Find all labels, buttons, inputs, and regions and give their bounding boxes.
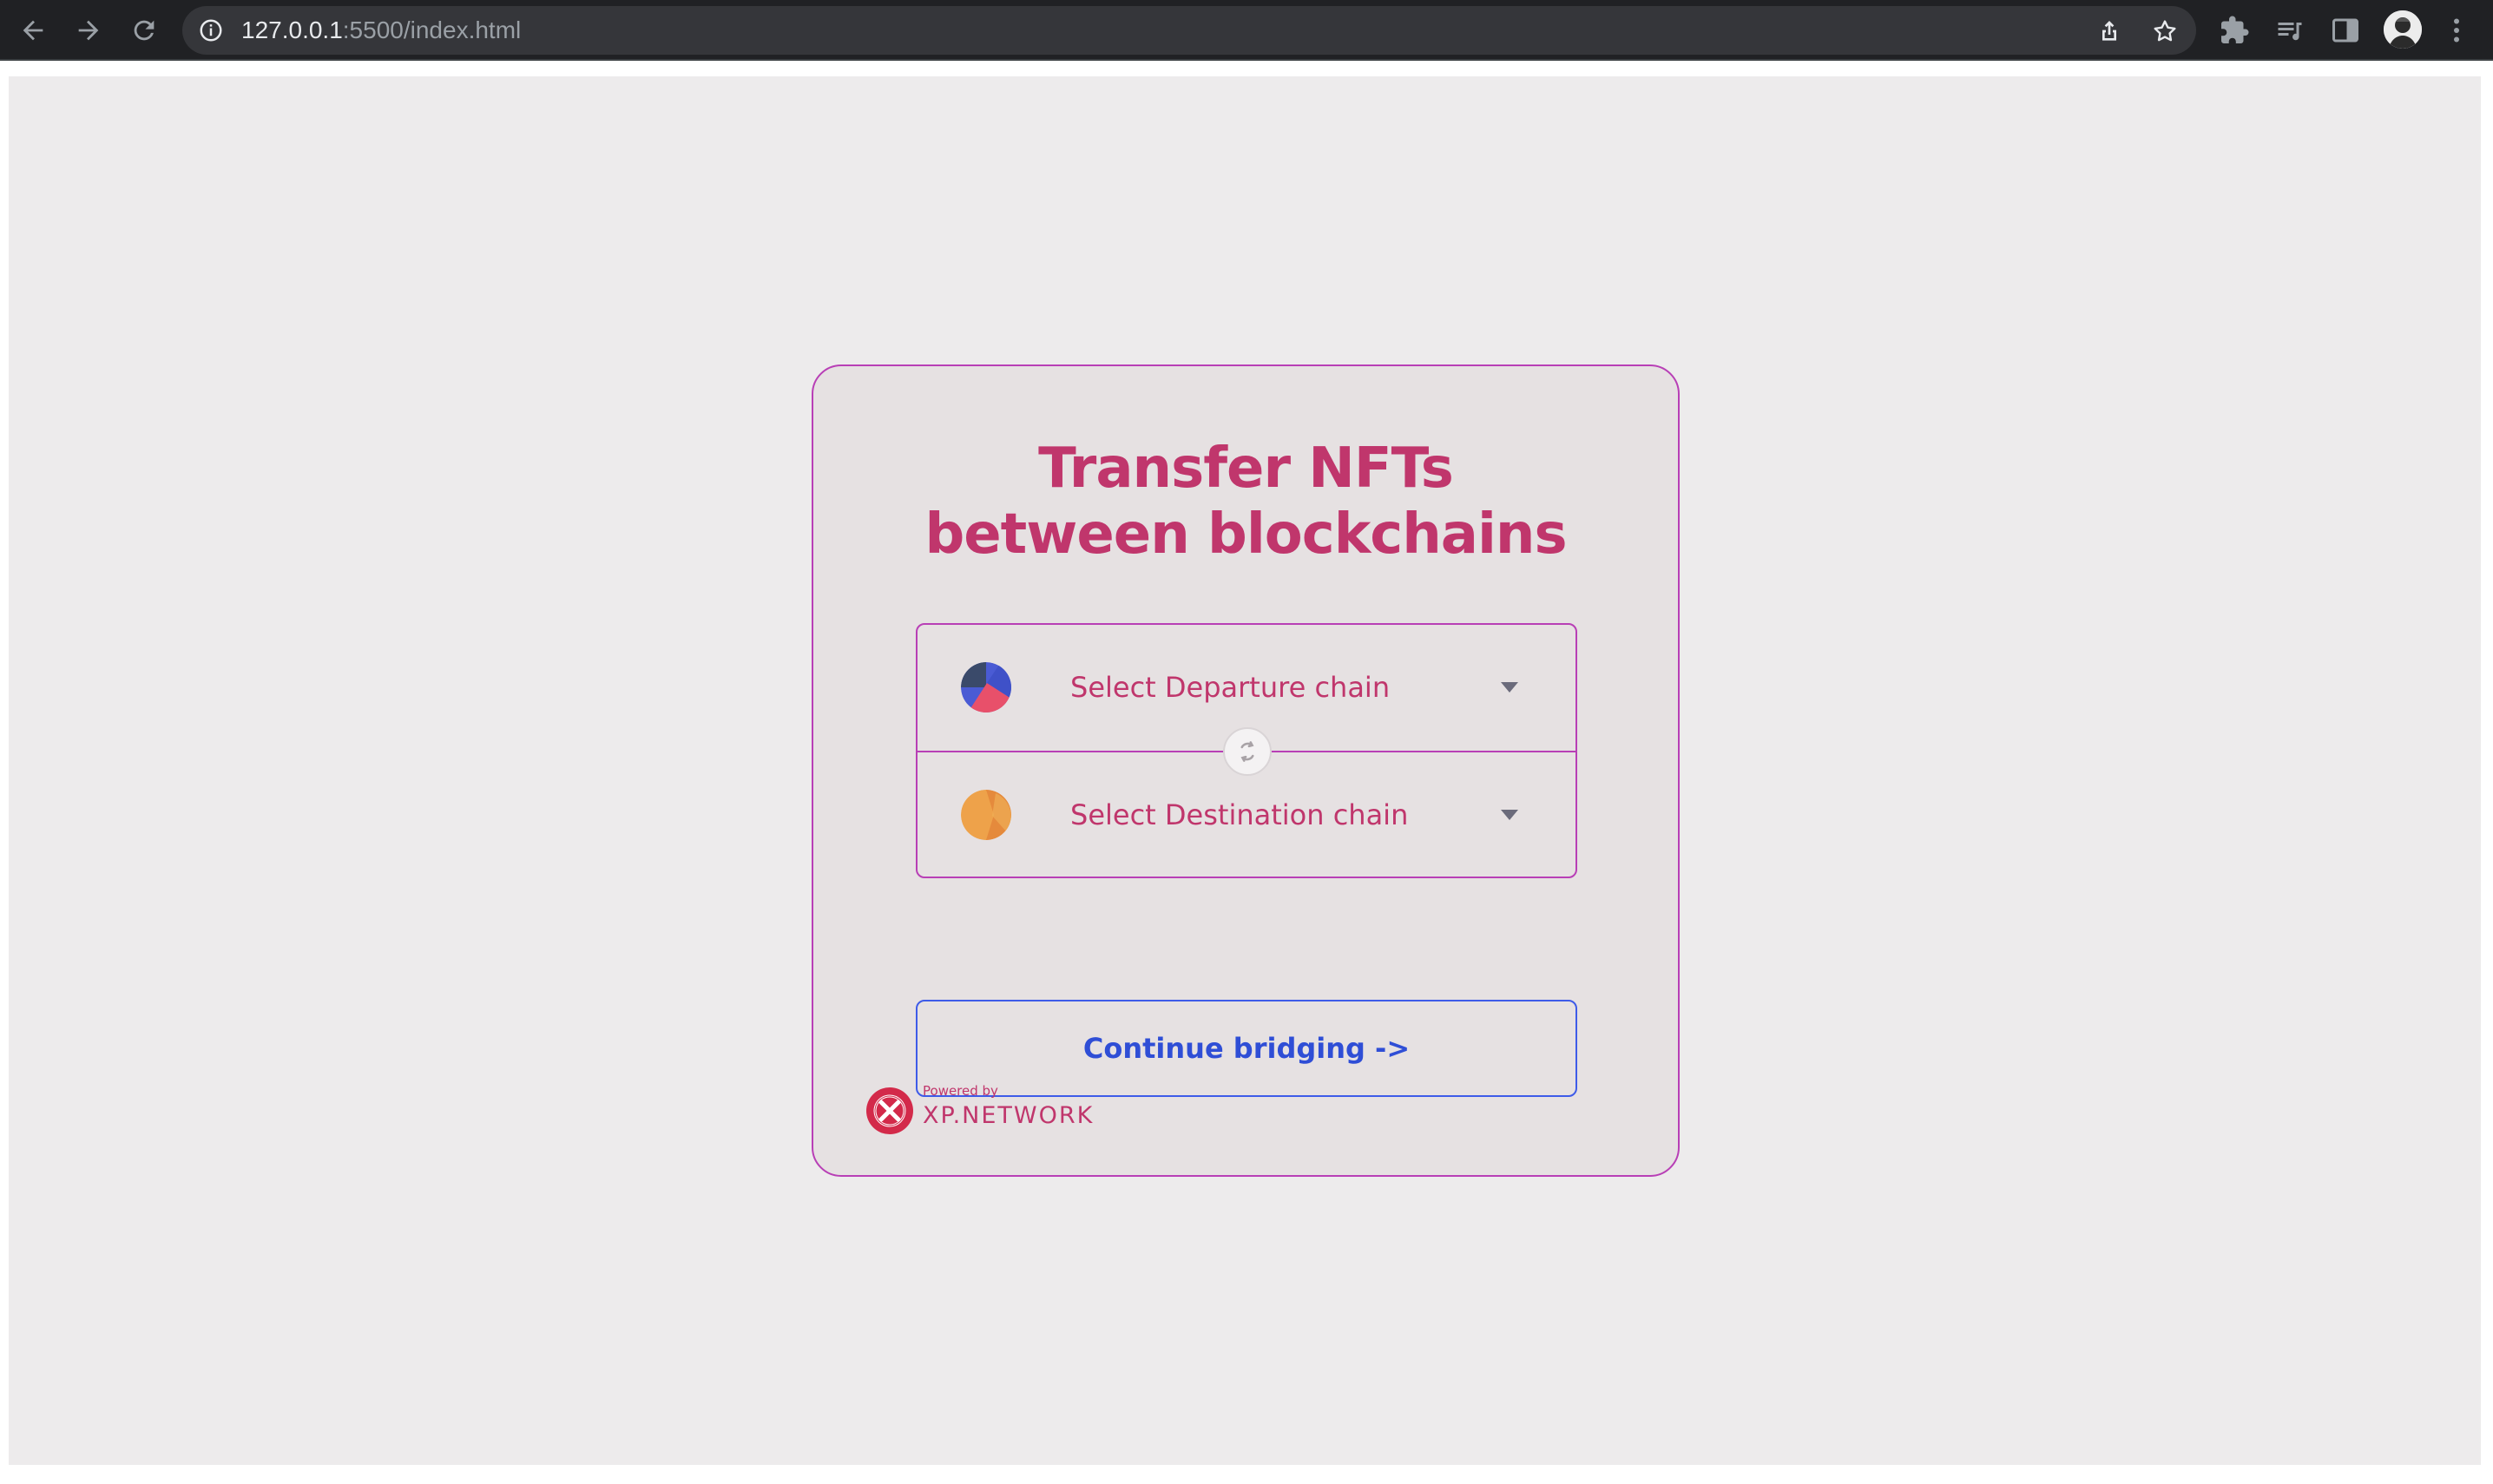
- url-path: :5500/index.html: [342, 16, 522, 43]
- xp-network-logo-icon: [865, 1087, 914, 1135]
- destination-chain-label: Select Destination chain: [1070, 798, 1409, 831]
- chevron-down-icon: [1501, 810, 1518, 820]
- kebab-menu-icon[interactable]: [2441, 15, 2472, 46]
- info-icon[interactable]: [198, 17, 224, 43]
- xp-network-brand: XP.NETWORK: [923, 1102, 1095, 1129]
- departure-chain-icon: [961, 662, 1011, 712]
- arrow-left-icon: [23, 20, 43, 41]
- powered-by-footer[interactable]: Powered by XP.NETWORK: [865, 1083, 1143, 1135]
- avatar[interactable]: [2384, 10, 2422, 49]
- back-button[interactable]: [14, 11, 52, 49]
- powered-by-label: Powered by: [923, 1083, 998, 1099]
- page-viewport: Transfer NFTs between blockchains Select…: [9, 76, 2481, 1465]
- reload-icon: [134, 20, 155, 41]
- side-panel-icon[interactable]: [2330, 15, 2361, 46]
- browser-toolbar: 127.0.0.1:5500/index.html: [0, 0, 2493, 61]
- puzzle-icon[interactable]: [2219, 15, 2250, 46]
- chevron-down-icon: [1501, 682, 1518, 693]
- page-title: Transfer NFTs between blockchains: [813, 436, 1678, 568]
- media-queue-icon[interactable]: [2274, 15, 2306, 46]
- title-line-2: between blockchains: [924, 502, 1567, 567]
- departure-chain-label: Select Departure chain: [1070, 671, 1391, 704]
- address-bar[interactable]: 127.0.0.1:5500/index.html: [182, 6, 2196, 55]
- star-icon[interactable]: [2151, 17, 2179, 45]
- url-text[interactable]: 127.0.0.1:5500/index.html: [241, 17, 521, 43]
- chain-selector: Select Departure chain Select Destinatio…: [916, 623, 1577, 878]
- arrow-right-icon: [78, 20, 99, 41]
- forward-button[interactable]: [69, 11, 108, 49]
- swap-icon: [1240, 741, 1254, 762]
- swap-chains-button[interactable]: [1223, 727, 1272, 776]
- title-line-1: Transfer NFTs: [1038, 437, 1454, 501]
- share-icon[interactable]: [2095, 17, 2123, 45]
- reload-button[interactable]: [125, 11, 163, 49]
- url-host: 127.0.0.1: [241, 16, 343, 43]
- destination-chain-icon: [961, 790, 1011, 840]
- bridge-card: Transfer NFTs between blockchains Select…: [812, 364, 1680, 1177]
